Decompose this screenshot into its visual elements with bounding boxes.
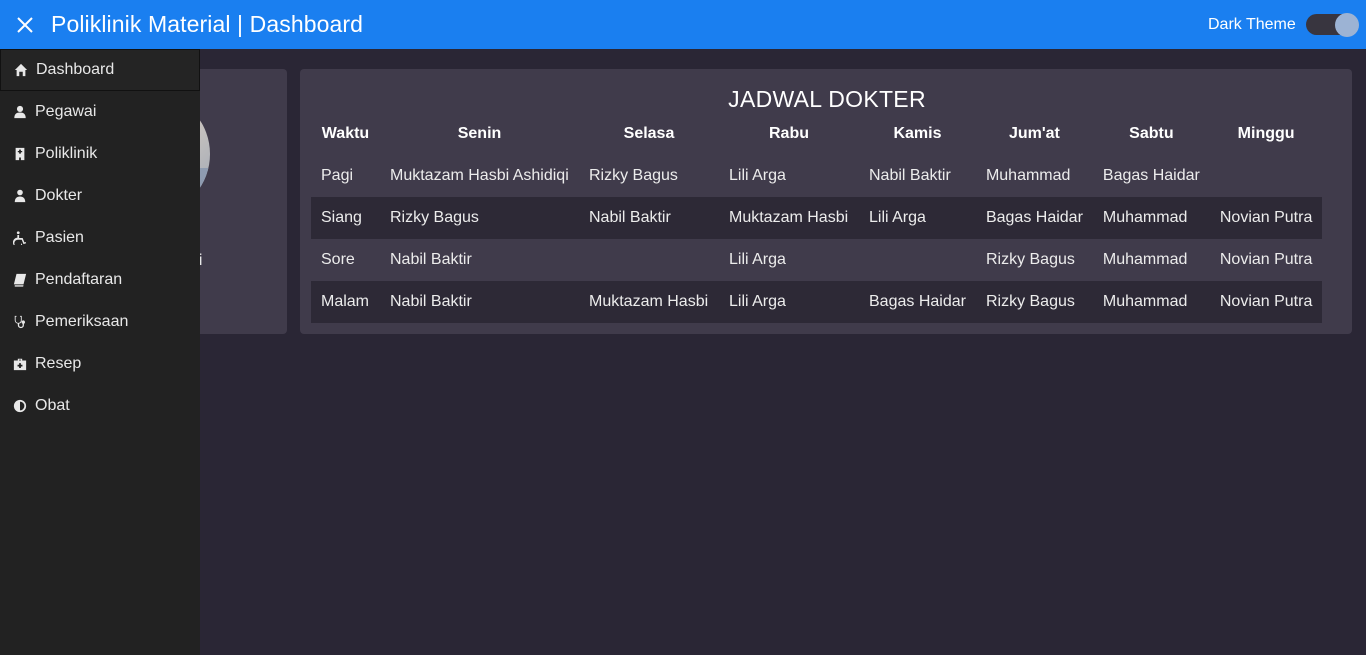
table-cell: Bagas Haidar bbox=[1102, 167, 1200, 184]
sidebar-item-label: Pegawai bbox=[35, 103, 97, 120]
column-header: Kamis bbox=[893, 125, 942, 142]
table-row: Pagi Muktazam Hasbi Ashidiqi Rizky Bagus… bbox=[311, 155, 1322, 197]
table-row: Malam Nabil Baktir Muktazam Hasbi Lili A… bbox=[311, 281, 1323, 323]
app-header: Poliklinik Material | Dashboard Dark The… bbox=[0, 0, 1366, 49]
table-cell: Muktazam Hasbi Ashidiqi bbox=[390, 167, 569, 184]
table-cell: Sore bbox=[321, 251, 355, 268]
table-cell: Lili Arga bbox=[729, 167, 786, 184]
sidebar-item-label: Dokter bbox=[35, 187, 83, 204]
table-cell: Muhammad bbox=[1092, 281, 1210, 323]
table-cell: Siang bbox=[311, 197, 380, 239]
table-cell: Muhammad bbox=[985, 167, 1071, 184]
table-cell: Rizky Bagus bbox=[380, 197, 579, 239]
sidebar-item-pasien[interactable]: Pasien bbox=[0, 217, 200, 259]
book-icon bbox=[12, 273, 27, 288]
table-cell: Rizky Bagus bbox=[985, 251, 1075, 268]
schedule-table: Waktu Senin Selasa Rabu Kamis Jum'at Sab… bbox=[311, 113, 1323, 323]
sidebar-item-pendaftaran[interactable]: Pendaftaran bbox=[0, 259, 200, 301]
table-cell bbox=[1210, 155, 1323, 197]
table-cell: Lili Arga bbox=[729, 251, 786, 268]
sidebar-item-label: Dashboard bbox=[36, 61, 115, 78]
user-icon bbox=[12, 105, 27, 120]
column-header: Waktu bbox=[321, 125, 370, 142]
sidebar-item-obat[interactable]: Obat bbox=[0, 385, 200, 427]
table-cell: Nabil Baktir bbox=[579, 197, 719, 239]
column-header: Jum'at bbox=[1008, 125, 1060, 142]
table-cell: Nabil Baktir bbox=[380, 281, 579, 323]
sidebar-item-dokter[interactable]: Dokter bbox=[0, 175, 200, 217]
table-cell: Muhammad bbox=[1102, 251, 1188, 268]
dark-theme-label: Dark Theme bbox=[1208, 16, 1296, 33]
table-cell: Novian Putra bbox=[1219, 251, 1313, 268]
sidebar-item-dashboard[interactable]: Dashboard bbox=[0, 49, 200, 91]
table-cell: Novian Putra bbox=[1209, 197, 1323, 239]
table-cell: Bagas Haidar bbox=[859, 281, 976, 323]
home-icon bbox=[13, 63, 28, 78]
stethoscope-icon bbox=[12, 315, 27, 330]
sidebar-item-label: Obat bbox=[35, 397, 70, 414]
table-cell: Muktazam Hasbi bbox=[579, 281, 719, 323]
doctor-icon bbox=[12, 189, 27, 204]
table-cell: Muktazam Hasbi bbox=[719, 197, 859, 239]
wheelchair-icon bbox=[12, 231, 27, 246]
table-cell: Pagi bbox=[321, 167, 354, 184]
hospital-icon bbox=[12, 147, 27, 162]
sidebar-item-pemeriksaan[interactable]: Pemeriksaan bbox=[0, 301, 200, 343]
table-cell: Lili Arga bbox=[719, 281, 859, 323]
table-cell: Rizky Bagus bbox=[589, 167, 678, 184]
sidebar-item-resep[interactable]: Resep bbox=[0, 343, 200, 385]
table-cell: Nabil Baktir bbox=[390, 251, 472, 268]
dark-theme-toggle[interactable] bbox=[1306, 13, 1360, 37]
table-cell: Novian Putra bbox=[1209, 281, 1323, 323]
sidebar-item-label: Poliklinik bbox=[35, 145, 98, 162]
column-header: Selasa bbox=[623, 125, 675, 142]
schedule-title: JADWAL DOKTER bbox=[728, 86, 926, 112]
sidebar-nav: Dashboard Pegawai Poliklinik Dokter Pasi… bbox=[0, 49, 200, 655]
sidebar-item-label: Pemeriksaan bbox=[35, 313, 129, 330]
table-cell bbox=[579, 239, 719, 281]
table-cell: Lili Arga bbox=[859, 197, 976, 239]
close-icon bbox=[17, 17, 33, 33]
sidebar-item-label: Pasien bbox=[35, 229, 84, 246]
table-row: Siang Rizky Bagus Nabil Baktir Muktazam … bbox=[311, 197, 1323, 239]
table-cell: Bagas Haidar bbox=[975, 197, 1093, 239]
column-header: Rabu bbox=[769, 125, 809, 142]
table-cell: Muhammad bbox=[1092, 197, 1210, 239]
medkit-icon bbox=[12, 357, 27, 372]
table-cell: Malam bbox=[311, 281, 380, 323]
column-header: Minggu bbox=[1237, 125, 1295, 142]
close-menu-button[interactable] bbox=[12, 12, 38, 38]
sidebar-item-pegawai[interactable]: Pegawai bbox=[0, 91, 200, 133]
sidebar-item-label: Resep bbox=[35, 355, 82, 372]
page-title: Poliklinik Material | Dashboard bbox=[51, 11, 364, 37]
sidebar-item-label: Pendaftaran bbox=[35, 271, 123, 288]
sidebar-item-poliklinik[interactable]: Poliklinik bbox=[0, 133, 200, 175]
column-header: Senin bbox=[457, 125, 502, 142]
table-header-row: Waktu Senin Selasa Rabu Kamis Jum'at Sab… bbox=[311, 113, 1322, 155]
table-cell: Nabil Baktir bbox=[869, 167, 951, 184]
table-cell bbox=[859, 239, 976, 281]
half-circle-icon bbox=[12, 399, 27, 414]
table-row: Sore Nabil Baktir Lili Arga Rizky Bagus … bbox=[311, 239, 1322, 281]
column-header: Sabtu bbox=[1129, 125, 1174, 142]
table-cell: Rizky Bagus bbox=[975, 281, 1093, 323]
toggle-knob bbox=[1335, 13, 1359, 37]
